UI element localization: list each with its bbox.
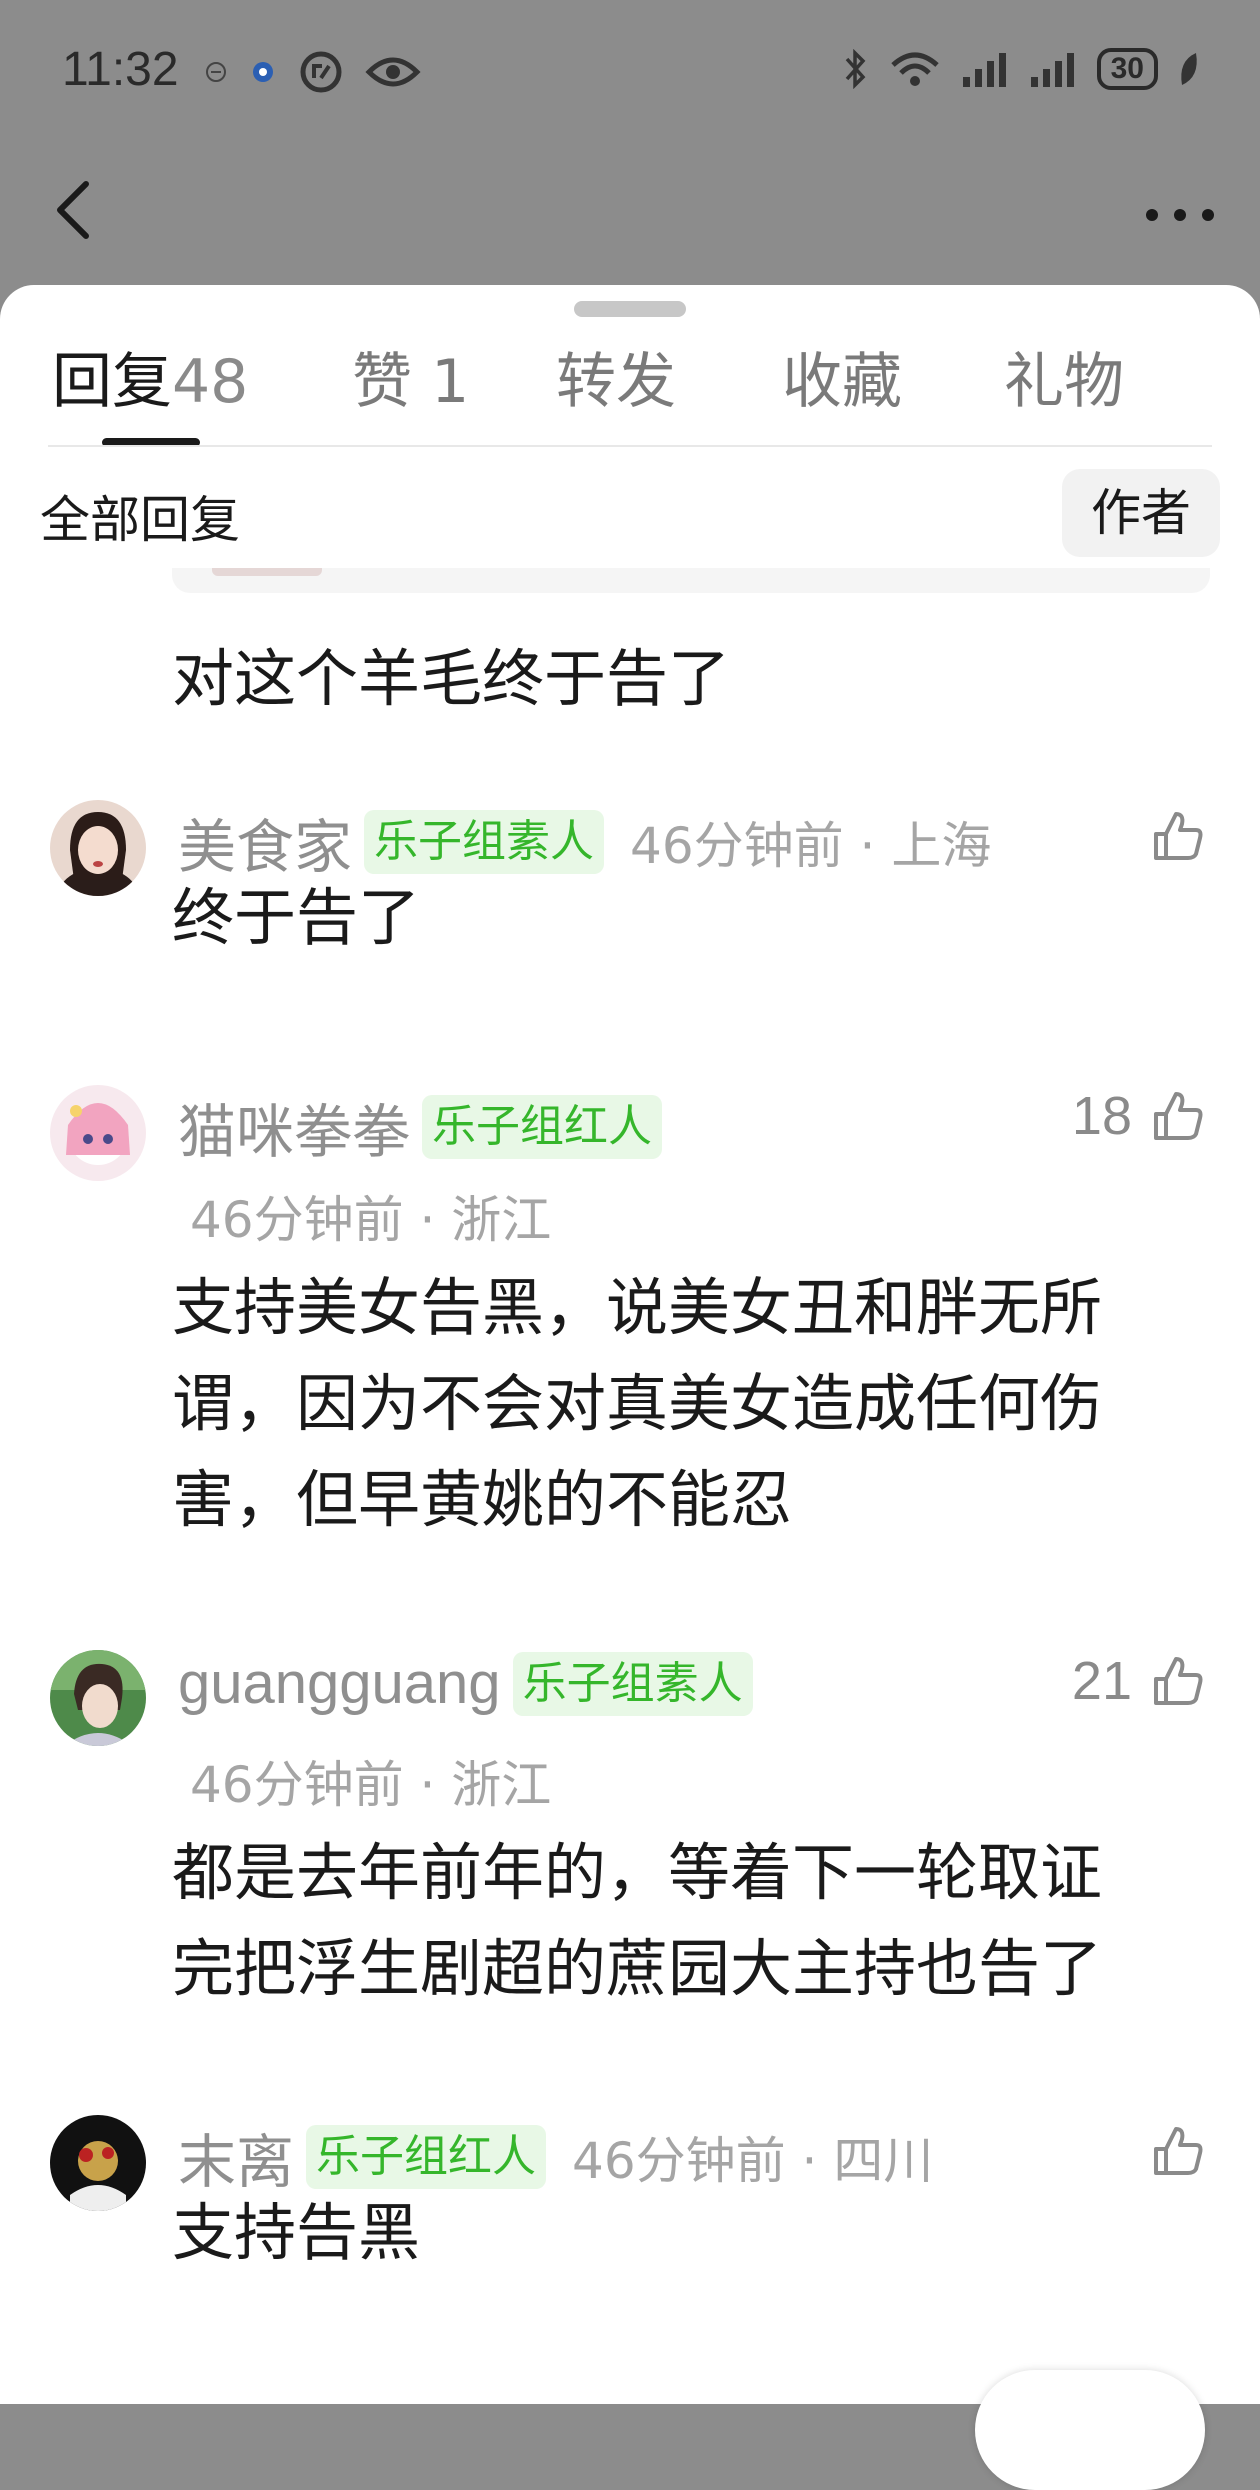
tab-bar: 回复48 赞 1 转发 收藏 礼物 <box>0 333 1260 433</box>
time-location: 46分钟前 · 浙江 <box>190 1756 552 1814</box>
thumb-up-icon <box>1154 1657 1203 1705</box>
avatar[interactable] <box>50 1085 146 1181</box>
more-dots-icon[interactable] <box>1140 200 1220 230</box>
status-time: 11:32 <box>62 43 179 96</box>
thumb-up-icon <box>1154 812 1203 860</box>
comment-text: 终于告了 <box>172 881 421 954</box>
tab-gifts-label: 礼物 <box>1004 347 1124 417</box>
top-bar <box>0 140 1260 280</box>
user-badge: 乐子组红人 <box>306 2125 547 2189</box>
like-button[interactable] <box>1150 2123 1206 2179</box>
battery-indicator: 30 <box>1096 48 1158 90</box>
comment-text-line: 支持美女告黑，说美女丑和胖无所 <box>172 1271 1103 1344</box>
tab-reposts-label: 转发 <box>556 347 676 417</box>
like-button[interactable]: 18 <box>1072 1085 1206 1147</box>
tab-reposts[interactable]: 转发 <box>556 333 676 420</box>
avatar[interactable] <box>50 2115 146 2211</box>
drag-handle[interactable] <box>574 301 686 317</box>
tab-likes-count: 1 <box>431 347 470 417</box>
author-filter-button[interactable]: 作者 <box>1062 469 1220 557</box>
thumb-up-icon <box>1154 1092 1203 1140</box>
user-badge: 乐子组素人 <box>364 810 605 874</box>
tab-likes[interactable]: 赞 1 <box>352 333 469 420</box>
signal-icon-2 <box>1030 53 1074 87</box>
username[interactable]: guangguang <box>178 1650 501 1717</box>
user-badge: 乐子组红人 <box>422 1095 663 1159</box>
like-button[interactable] <box>1150 808 1206 864</box>
tab-replies-label: 回复 <box>52 347 172 417</box>
tab-favorites[interactable]: 收藏 <box>782 333 902 420</box>
avatar[interactable] <box>50 1650 146 1746</box>
tab-divider <box>48 445 1212 447</box>
status-bar: 11:32 30 <box>0 0 1260 140</box>
tab-likes-label: 赞 <box>352 347 412 417</box>
comment-text: 支持美女告黑，说美女丑和胖无所 谓，因为不会对真美女造成任何伤 害，但早黄姚的不… <box>172 1260 1212 1548</box>
comment-text-line: 害，但早黄姚的不能忍 <box>172 1463 793 1536</box>
tab-gifts[interactable]: 礼物 <box>1004 333 1124 420</box>
comment-text-line: 完把浮生剧超的蔗园大主持也告了 <box>172 1932 1103 2005</box>
all-replies-title: 全部回复 <box>40 491 240 549</box>
comment-text-line: 谓，因为不会对真美女造成任何伤 <box>172 1367 1103 1440</box>
back-arrow-icon[interactable] <box>42 170 102 250</box>
charging-leaf-icon <box>1181 53 1197 85</box>
dnd-icon <box>206 62 226 82</box>
tab-replies-count: 48 <box>172 347 249 417</box>
avatar[interactable] <box>50 800 146 896</box>
time-location: 46分钟前 · 浙江 <box>190 1191 552 1249</box>
floating-action-button[interactable] <box>975 2370 1205 2490</box>
signal-icon <box>962 53 1006 87</box>
like-count: 21 <box>1071 1651 1132 1711</box>
comments-sheet: 回复48 赞 1 转发 收藏 礼物 全部回复 作者 对这个羊毛终于告了 美食家 … <box>0 285 1260 2404</box>
like-button[interactable]: 21 <box>1072 1650 1206 1712</box>
quoted-content-card[interactable] <box>172 568 1210 593</box>
username[interactable]: 猫咪拳拳 <box>178 1085 410 1169</box>
thumb-up-icon <box>1154 2127 1203 2175</box>
eye-app-icon <box>253 62 273 82</box>
comment-text: 支持告黑 <box>172 2196 421 2269</box>
tab-replies[interactable]: 回复48 <box>52 333 248 420</box>
bluetooth-icon <box>845 49 866 89</box>
time-location: 46分钟前 · 上海 <box>630 817 992 875</box>
like-count: 18 <box>1071 1086 1132 1146</box>
user-badge: 乐子组素人 <box>512 1651 753 1716</box>
eye-icon <box>365 57 421 87</box>
tab-favorites-label: 收藏 <box>782 347 902 417</box>
time-location: 46分钟前 · 四川 <box>572 2132 934 2190</box>
comment-text-line: 都是去年前年的，等着下一轮取证 <box>172 1836 1103 1909</box>
app-notification-icon <box>300 51 342 93</box>
wifi-icon <box>890 52 939 86</box>
comment-text: 对这个羊毛终于告了 <box>172 642 731 715</box>
comment-text: 都是去年前年的，等着下一轮取证 完把浮生剧超的蔗园大主持也告了 <box>172 1825 1212 2017</box>
